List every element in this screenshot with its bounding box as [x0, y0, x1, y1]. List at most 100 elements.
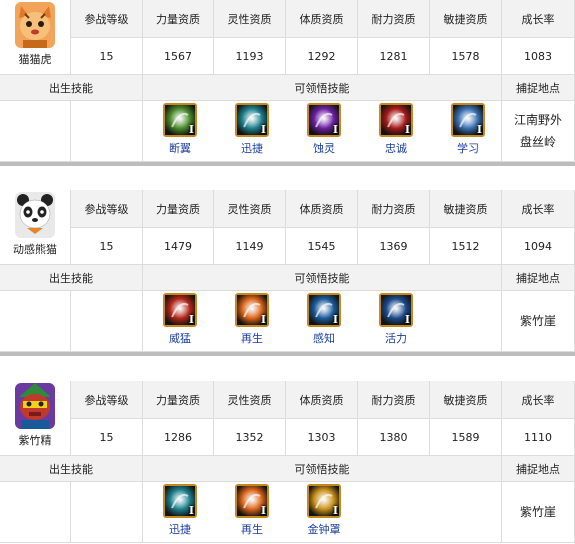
- perception-icon[interactable]: I: [307, 293, 341, 327]
- skill-name[interactable]: 忠诚: [385, 140, 407, 156]
- skill-item[interactable]: I 断翼: [155, 103, 205, 163]
- skill-level-mark: I: [404, 123, 410, 136]
- birth-skill-empty-a: [0, 291, 71, 352]
- skill-name[interactable]: 威猛: [169, 330, 191, 346]
- stat-header-label: 耐力资质: [371, 393, 416, 407]
- stat-value-text: 15: [99, 239, 114, 253]
- tiger-cat-avatar: [15, 2, 55, 48]
- stat-header: 参战等级: [71, 0, 143, 38]
- learnable-skill-label: 可领悟技能: [143, 265, 502, 291]
- pet-avatar-cell: 动感熊猫: [0, 190, 71, 265]
- stat-value: 1479: [143, 228, 214, 265]
- skill-item[interactable]: I 再生: [227, 293, 277, 353]
- learnable-skill-text: 可领悟技能: [294, 81, 350, 95]
- skill-level-mark: I: [188, 504, 194, 517]
- birth-skill-empty-b: [71, 101, 143, 162]
- skill-item[interactable]: I 活力: [371, 293, 421, 353]
- soul-corrode-icon[interactable]: I: [307, 103, 341, 137]
- stat-value-text: 1193: [235, 49, 264, 63]
- stat-header-label: 参战等级: [84, 393, 129, 407]
- learning-icon[interactable]: I: [451, 103, 485, 137]
- skill-item[interactable]: I 再生: [227, 484, 277, 544]
- stat-value-text: 1303: [307, 430, 336, 444]
- section-divider: [0, 352, 575, 356]
- vitality-icon[interactable]: I: [379, 293, 413, 327]
- stat-header: 参战等级: [71, 190, 143, 228]
- capture-location-text: 江南野外: [513, 113, 562, 127]
- birth-skill-label: 出生技能: [0, 75, 143, 101]
- section-divider: [0, 162, 575, 166]
- stat-value: 1380: [358, 419, 430, 456]
- stat-value-text: 1380: [379, 430, 408, 444]
- mighty-icon[interactable]: I: [163, 293, 197, 327]
- skill-name[interactable]: 断翼: [169, 140, 191, 156]
- birth-skill-label: 出生技能: [0, 456, 143, 482]
- pet-name: 动感熊猫: [13, 243, 57, 256]
- birth-skill-empty-a: [0, 101, 71, 162]
- stat-header-label: 敏捷资质: [443, 393, 488, 407]
- stat-value-text: 15: [99, 49, 114, 63]
- stat-header: 灵性资质: [214, 190, 286, 228]
- panda-avatar: [15, 192, 55, 238]
- capture-location: 紫竹崖: [502, 291, 575, 352]
- skill-name[interactable]: 再生: [241, 521, 263, 537]
- loyalty-icon[interactable]: I: [379, 103, 413, 137]
- golden-bell-icon[interactable]: I: [307, 484, 341, 518]
- stat-value: 1110: [502, 419, 575, 456]
- birth-skill-empty-b: [71, 291, 143, 352]
- stat-header-label: 体质资质: [299, 202, 344, 216]
- stat-value-text: 1567: [164, 49, 192, 63]
- capture-location-text: 盘丝岭: [519, 135, 556, 149]
- stat-header-label: 灵性资质: [227, 12, 272, 26]
- skill-item[interactable]: I 威猛: [155, 293, 205, 353]
- skill-name[interactable]: 金钟罩: [308, 521, 341, 537]
- skill-name[interactable]: 迅捷: [241, 140, 263, 156]
- skill-name[interactable]: 感知: [313, 330, 335, 346]
- stat-header: 体质资质: [286, 381, 358, 419]
- skill-item[interactable]: I 金钟罩: [299, 484, 349, 544]
- stat-header-label: 灵性资质: [227, 393, 272, 407]
- broken-wing-icon[interactable]: I: [163, 103, 197, 137]
- skill-item[interactable]: I 迅捷: [227, 103, 277, 163]
- stat-header: 力量资质: [143, 190, 214, 228]
- skill-name[interactable]: 活力: [385, 330, 407, 346]
- capture-location: 江南野外 盘丝岭: [502, 101, 575, 162]
- skill-item[interactable]: I 感知: [299, 293, 349, 353]
- swift-icon[interactable]: I: [163, 484, 197, 518]
- skill-name[interactable]: 学习: [457, 140, 479, 156]
- stat-header-label: 敏捷资质: [443, 202, 488, 216]
- stat-value-text: 1083: [524, 49, 552, 63]
- stat-header-label: 力量资质: [156, 393, 200, 407]
- stat-value: 1578: [430, 38, 502, 75]
- skill-name[interactable]: 迅捷: [169, 521, 191, 537]
- skill-item[interactable]: I 迅捷: [155, 484, 205, 544]
- capture-location-text: 紫竹崖: [519, 314, 556, 328]
- skill-level-mark: I: [332, 123, 338, 136]
- learnable-skill-label: 可领悟技能: [143, 456, 502, 482]
- stat-value-text: 1578: [451, 49, 480, 63]
- skill-name[interactable]: 再生: [241, 330, 263, 346]
- stat-value: 1281: [358, 38, 430, 75]
- skill-item[interactable]: I 忠诚: [371, 103, 421, 163]
- skill-item[interactable]: I 学习: [443, 103, 493, 163]
- birth-skill-empty-a: [0, 482, 71, 543]
- stat-header-label: 力量资质: [156, 12, 200, 26]
- skill-item[interactable]: I 蚀灵: [299, 103, 349, 163]
- stat-header-label: 敏捷资质: [443, 12, 488, 26]
- pet-name: 紫竹精: [18, 434, 52, 447]
- stat-value: 15: [71, 419, 143, 456]
- stat-value: 1094: [502, 228, 575, 265]
- skill-name[interactable]: 蚀灵: [313, 140, 335, 156]
- stat-header-label: 成长率: [521, 393, 555, 407]
- regen-icon[interactable]: I: [235, 484, 269, 518]
- regen-icon[interactable]: I: [235, 293, 269, 327]
- birth-skill-text: 出生技能: [49, 462, 93, 476]
- capture-text: 捕捉地点: [516, 271, 560, 285]
- skill-level-mark: I: [260, 313, 266, 326]
- stat-header: 成长率: [502, 381, 575, 419]
- swift-icon[interactable]: I: [235, 103, 269, 137]
- capture-label: 捕捉地点: [502, 456, 575, 482]
- capture-location: 紫竹崖: [502, 482, 575, 543]
- learnable-skill-label: 可领悟技能: [143, 75, 502, 101]
- stat-header-label: 参战等级: [84, 202, 129, 216]
